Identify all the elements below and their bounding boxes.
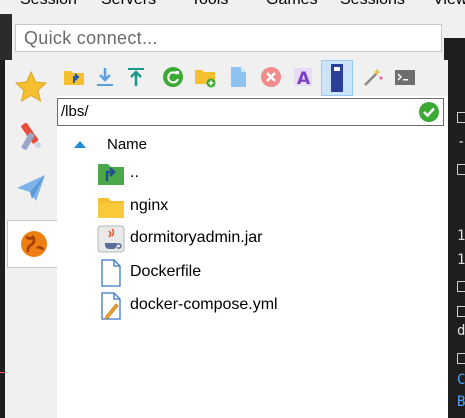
sort-ascending-icon: [74, 141, 86, 148]
sftp-globe-icon: [20, 231, 47, 257]
terminal-line: d: [457, 323, 465, 339]
terminal-line: 1: [457, 252, 465, 268]
sftp-toolbar: A: [57, 60, 448, 96]
terminal-line: B: [457, 394, 465, 410]
java-file-icon: [97, 225, 125, 253]
toggle-view-icon: [331, 64, 343, 92]
delete-button[interactable]: [258, 64, 284, 90]
terminal-icon: [395, 70, 415, 85]
file-name: dormitoryadmin.jar: [130, 229, 263, 246]
quick-connect-bar: Quick connect...: [0, 14, 465, 60]
yml-file-icon: [101, 292, 121, 320]
sidebar-tab-favorites[interactable]: [7, 63, 55, 111]
delete-icon: [261, 67, 281, 87]
upload-icon: [128, 68, 144, 86]
refresh-button[interactable]: [160, 64, 186, 90]
terminal-glyph: [457, 164, 465, 175]
file-name: Dockerfile: [130, 263, 202, 280]
terminal-line: C: [457, 372, 465, 388]
menu-tools[interactable]: Tools: [191, 0, 228, 9]
left-edge-mark: [0, 372, 6, 377]
file-row-parent[interactable]: ..: [57, 158, 448, 190]
svg-text:A: A: [297, 69, 311, 88]
new-folder-button[interactable]: [192, 64, 218, 90]
file-icon: [101, 259, 121, 287]
sidebar: [5, 60, 59, 418]
folder-icon: [98, 198, 124, 218]
menu-session[interactable]: Session: [20, 0, 77, 9]
download-button[interactable]: [92, 64, 118, 90]
terminal-edge: [444, 38, 465, 60]
sidebar-tab-tools[interactable]: [7, 112, 55, 160]
favorites-star-icon: [14, 70, 48, 103]
parent-directory-icon: [64, 71, 84, 85]
list-header[interactable]: Name: [57, 134, 448, 156]
file-name: nginx: [130, 197, 169, 214]
file-row-compose[interactable]: docker-compose.yml: [57, 290, 448, 322]
new-folder-icon: [195, 70, 216, 88]
menu-games[interactable]: Games: [266, 0, 318, 9]
menu-servers[interactable]: Servers: [101, 0, 156, 9]
terminal-glyph: -: [457, 134, 465, 150]
sftp-panel: A /lbs/ Name .. nginx dormitoryadmin.jar…: [57, 60, 448, 418]
path-field[interactable]: /lbs/: [57, 98, 444, 126]
download-icon: [97, 68, 113, 86]
path-value: /lbs/: [61, 103, 89, 120]
tools-icon: [21, 123, 41, 150]
file-row-jar[interactable]: dormitoryadmin.jar: [57, 223, 448, 255]
quick-connect-input[interactable]: Quick connect...: [15, 24, 442, 52]
sidebar-tab-sftp[interactable]: [7, 220, 59, 268]
path-ok-icon[interactable]: [419, 102, 439, 122]
toggle-view-button[interactable]: [321, 60, 353, 96]
file-name: docker-compose.yml: [130, 296, 278, 313]
send-icon: [17, 175, 45, 201]
terminal-button[interactable]: [392, 64, 418, 90]
terminal-area[interactable]: - 1 1 d C B: [448, 60, 465, 418]
rename-button[interactable]: A: [290, 64, 316, 90]
column-name-header[interactable]: Name: [107, 136, 147, 153]
parent-directory-button[interactable]: [61, 64, 87, 90]
menu-sessions[interactable]: Sessions: [340, 0, 405, 9]
file-name: ..: [130, 164, 139, 181]
magic-wand-button[interactable]: [360, 64, 386, 90]
left-edge: [0, 14, 12, 60]
menubar: Session Servers Tools Games Sessions Vie…: [0, 0, 465, 14]
terminal-glyph: [457, 353, 465, 364]
menu-view[interactable]: View: [433, 0, 465, 9]
file-row-dockerfile[interactable]: Dockerfile: [57, 257, 448, 289]
terminal-line: 1: [457, 228, 465, 244]
refresh-icon: [163, 67, 183, 87]
file-row-nginx[interactable]: nginx: [57, 191, 448, 223]
new-file-icon: [231, 67, 246, 87]
parent-folder-icon: [98, 164, 124, 185]
magic-wand-icon: [364, 68, 383, 86]
new-file-button[interactable]: [225, 64, 251, 90]
sidebar-tab-send[interactable]: [7, 164, 55, 212]
rename-icon: A: [294, 68, 312, 88]
terminal-glyph: [457, 112, 465, 123]
terminal-glyph: [457, 306, 465, 317]
upload-button[interactable]: [123, 64, 149, 90]
terminal-glyph: [457, 281, 465, 292]
